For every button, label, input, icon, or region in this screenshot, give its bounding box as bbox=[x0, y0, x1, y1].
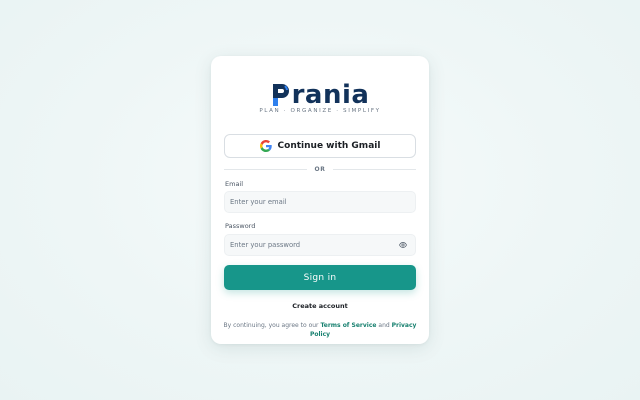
sign-in-button[interactable]: Sign in bbox=[224, 265, 416, 290]
continue-with-gmail-button[interactable]: Continue with Gmail bbox=[224, 134, 416, 158]
create-account-link[interactable]: Create account bbox=[211, 302, 429, 310]
divider-line-left bbox=[224, 169, 307, 170]
terms-of-service-link[interactable]: Terms of Service bbox=[320, 322, 376, 329]
email-field[interactable] bbox=[224, 191, 416, 213]
login-card: rania PLAN · ORGANIZE · SIMPLIFY Continu… bbox=[211, 56, 429, 344]
divider-line-right bbox=[333, 169, 417, 170]
email-label: Email bbox=[225, 180, 244, 188]
password-field[interactable] bbox=[224, 234, 416, 256]
or-divider: OR bbox=[224, 165, 417, 174]
brand-tagline: PLAN · ORGANIZE · SIMPLIFY bbox=[259, 108, 381, 114]
password-label: Password bbox=[225, 222, 256, 230]
eye-icon[interactable] bbox=[399, 241, 407, 249]
google-icon bbox=[259, 140, 272, 152]
gmail-button-label: Continue with Gmail bbox=[277, 141, 381, 151]
terms-notice: By continuing, you agree to our Terms of… bbox=[221, 321, 419, 339]
terms-prefix: By continuing, you agree to our bbox=[223, 322, 319, 329]
brand-logo: rania bbox=[211, 78, 429, 108]
logo-letter-icon bbox=[272, 84, 289, 106]
terms-and: and bbox=[378, 322, 390, 329]
brand-name: rania bbox=[291, 80, 370, 110]
sign-in-label: Sign in bbox=[303, 272, 337, 283]
divider-text: OR bbox=[314, 166, 326, 173]
